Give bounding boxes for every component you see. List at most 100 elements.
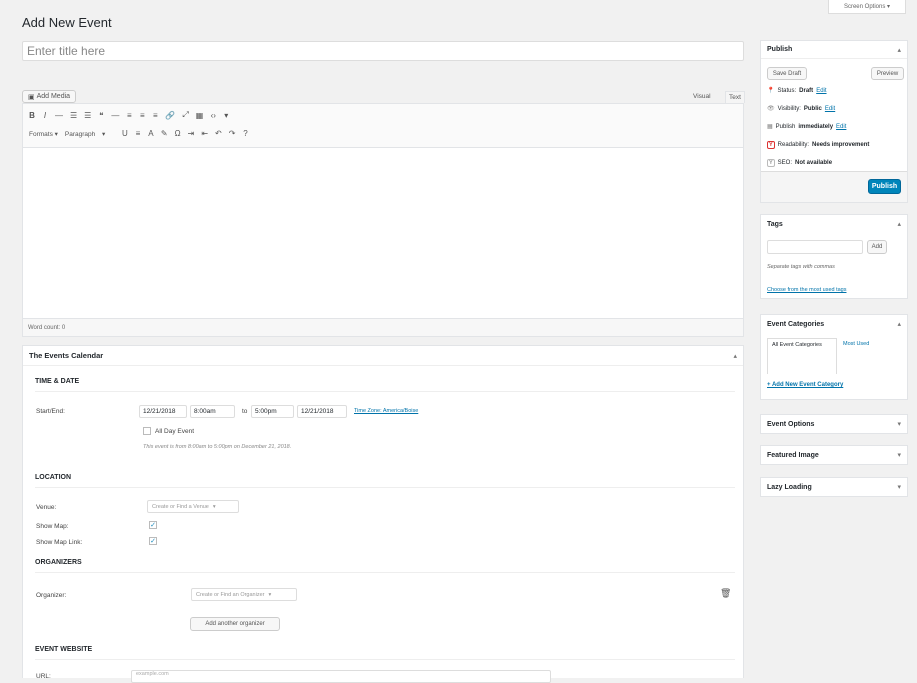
publish-time-row: ▦ Publish immediately Edit [767,123,846,131]
align-center-icon[interactable]: ≡ [139,111,145,120]
link-icon[interactable]: 🔗 [165,111,175,120]
undo-icon[interactable]: ↶ [215,129,222,138]
tab-visual[interactable]: Visual [693,93,711,100]
collapse-arrow-icon[interactable]: ▴ [733,352,737,360]
horizontal-rule-icon[interactable]: — [111,111,119,120]
start-date-input[interactable]: 12/21/2018 [139,405,187,418]
trash-icon[interactable]: 🗑 [720,588,731,599]
tags-input[interactable] [767,240,863,254]
save-draft-button[interactable]: Save Draft [767,67,807,80]
strikethrough-icon[interactable]: — [55,111,63,120]
publish-button[interactable]: Publish [868,179,901,194]
event-categories-metabox: Event Categories ▴ All Event Categories … [760,314,908,400]
lazy-loading-metabox[interactable]: Lazy Loading ▾ [760,477,908,497]
preview-button[interactable]: Preview [871,67,904,80]
tags-collapse-icon[interactable]: ▴ [897,220,901,228]
edit-publish-time-link[interactable]: Edit [836,124,846,130]
organizer-select-value: Create or Find an Organizer [196,591,265,598]
add-organizer-label: Add another organizer [205,621,265,627]
show-map-checkbox[interactable]: ✓ [149,521,157,529]
all-day-checkbox[interactable] [143,427,151,435]
italic-icon[interactable]: I [42,111,48,120]
start-time-value: 8:00am [194,408,216,415]
publish-time-label: Publish [775,123,796,130]
readability-label: Readability: [777,142,810,148]
tab-visual-label: Visual [693,93,711,100]
add-new-category-link[interactable]: + Add New Event Category [767,382,843,388]
events-calendar-header[interactable]: The Events Calendar ▴ [23,346,743,366]
seo-row: Y SEO: Not available [767,159,832,167]
indent-icon[interactable]: ⇥ [188,129,195,138]
add-media-button[interactable]: ▣ Add Media [22,90,76,103]
end-time-input[interactable]: 5:00pm [251,405,294,418]
organizer-select[interactable]: Create or Find an Organizer ▾ [191,588,297,601]
unlink-icon[interactable]: ⤢ [182,110,188,120]
code-icon[interactable]: ‹› [210,111,216,120]
url-input[interactable]: example.com [131,670,551,683]
blockquote-icon[interactable]: ❝ [98,111,104,120]
status-value: Draft [799,87,814,94]
align-right-icon[interactable]: ≡ [152,111,158,120]
clear-formatting-icon[interactable]: ✎ [161,129,168,138]
featured-image-expand-icon[interactable]: ▾ [897,451,901,459]
organizers-heading: ORGANIZERS [35,559,82,566]
justify-icon[interactable]: ≡ [135,129,141,138]
location-divider [35,487,735,488]
featured-image-metabox[interactable]: Featured Image ▾ [760,445,908,465]
yoast-readability-icon: Y [767,141,775,149]
formats-dropdown[interactable]: Formats ▾ [29,130,58,138]
lazy-loading-title: Lazy Loading [767,483,812,491]
tab-text-label: Text [729,94,741,101]
featured-image-title: Featured Image [767,451,819,459]
event-categories-collapse-icon[interactable]: ▴ [897,320,901,328]
redo-icon[interactable]: ↷ [229,129,236,138]
outdent-icon[interactable]: ⇤ [201,129,208,138]
lazy-loading-expand-icon[interactable]: ▾ [897,483,901,491]
screen-options-label: Screen Options ▾ [843,4,891,10]
numbered-list-icon[interactable]: ☰ [84,111,91,120]
event-categories-title: Event Categories [767,320,825,328]
word-count-bar: Word count: 0 [23,318,743,336]
categories-tab-most-used[interactable]: Most Used [843,341,869,347]
yoast-seo-icon: Y [767,159,775,167]
paragraph-select[interactable]: Paragraph ▾ [65,130,115,138]
tab-text[interactable]: Text [725,91,745,103]
categories-tab-all[interactable]: All Event Categories [767,338,837,374]
choose-tags-link[interactable]: Choose from the most used tags [767,287,846,293]
edit-status-link[interactable]: Edit [816,88,826,94]
all-day-row[interactable]: All Day Event [143,427,194,435]
fullscreen-icon[interactable]: ▦ [196,111,204,120]
align-left-icon[interactable]: ≡ [126,111,132,120]
publish-metabox: Publish ▴ Save Draft Preview 📍 Status: D… [760,40,908,203]
help-icon[interactable]: ? [242,129,248,138]
add-organizer-button[interactable]: Add another organizer [190,617,280,631]
pin-icon: 📍 [767,88,775,94]
end-date-input[interactable]: 12/21/2018 [297,405,347,418]
show-map-link-checkbox[interactable]: ✓ [149,537,157,545]
toolbar-row-1: B I — ☰ ☰ ❝ — ≡ ≡ ≡ 🔗 ⤢ ▦ ‹› ▾ [29,110,737,120]
add-tag-button[interactable]: Add [867,240,887,254]
bold-icon[interactable]: B [29,111,35,120]
editor-toolbar: B I — ☰ ☰ ❝ — ≡ ≡ ≡ 🔗 ⤢ ▦ ‹› ▾ Formats ▾ Paragraph ▾ U… [23,104,743,148]
timezone-link[interactable]: Time Zone: America/Boise [354,408,418,414]
more-icon[interactable]: ▾ [223,111,229,120]
event-categories-header[interactable]: Event Categories ▴ [761,315,907,333]
event-options-expand-icon[interactable]: ▾ [897,420,901,428]
bullet-list-icon[interactable]: ☰ [70,111,77,120]
editor-content-area[interactable] [23,148,743,314]
special-character-icon[interactable]: Ω [175,129,181,138]
title-input[interactable]: Enter title here [22,41,744,61]
media-icon: ▣ [27,93,35,101]
underline-icon[interactable]: U [122,129,128,138]
end-date-value: 12/21/2018 [301,408,334,415]
screen-options-tab[interactable]: Screen Options ▾ [828,0,906,14]
text-color-icon[interactable]: A [148,129,154,138]
event-options-metabox[interactable]: Event Options ▾ [760,414,908,434]
edit-visibility-link[interactable]: Edit [825,106,835,112]
tags-header[interactable]: Tags ▴ [761,215,907,233]
seo-value: Not available [795,160,833,166]
publish-header[interactable]: Publish ▴ [761,41,907,59]
publish-collapse-icon[interactable]: ▴ [897,46,901,54]
venue-select[interactable]: Create or Find a Venue ▾ [147,500,239,513]
start-time-input[interactable]: 8:00am [190,405,235,418]
